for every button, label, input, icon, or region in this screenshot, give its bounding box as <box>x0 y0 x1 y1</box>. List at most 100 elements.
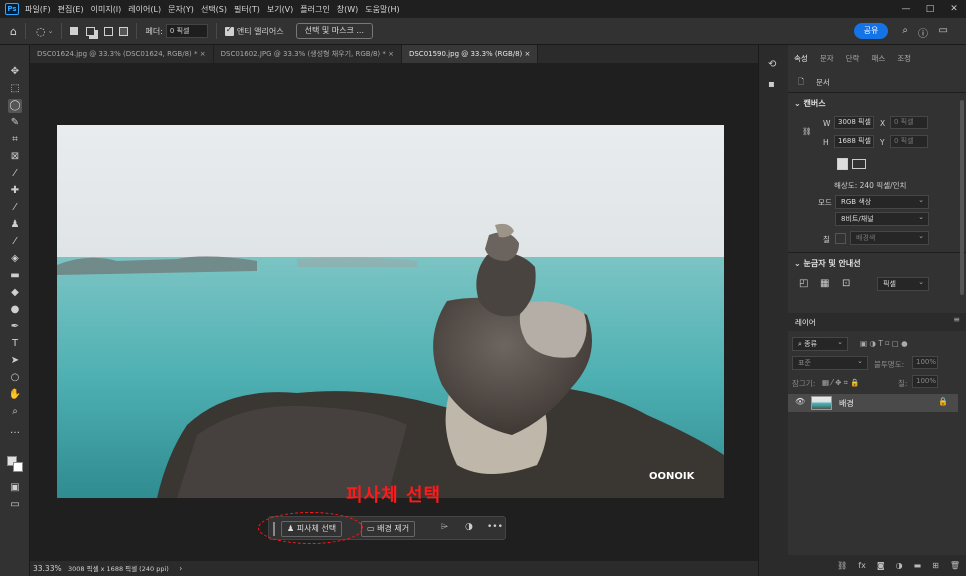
chevron-right-icon[interactable]: › <box>179 564 182 573</box>
landscape-orientation-icon[interactable] <box>852 159 866 169</box>
brush-tool-icon[interactable]: ⁄ <box>8 201 22 215</box>
path-selection-tool-icon[interactable]: ➤ <box>8 354 22 368</box>
anti-alias-checkbox[interactable] <box>224 25 234 36</box>
filter-icons[interactable]: ▣ ◑ T ⌑ ▢ ● <box>860 339 908 348</box>
menu-filter[interactable]: 필터(T) <box>234 4 260 15</box>
share-button[interactable]: 공유 <box>854 23 888 39</box>
eye-icon[interactable]: 👁 <box>795 397 805 406</box>
ruler-icon[interactable]: ◰ <box>799 278 808 289</box>
type-tool-icon[interactable]: T <box>8 337 22 351</box>
crop-tool-icon[interactable]: ⌗ <box>8 133 22 147</box>
frame-tool-icon[interactable]: ⊠ <box>8 150 22 164</box>
marquee-tool-icon[interactable]: ⬚ <box>8 82 22 96</box>
canvas-area[interactable]: OONOIK 피사체 선택 ♟ 피사체 선택 ▭ 배경 제거 ⌲ ◑ ••• <box>30 63 758 561</box>
close-icon[interactable]: × <box>388 50 394 58</box>
zoom-tool-icon[interactable]: ⌕ <box>8 405 22 419</box>
scrollbar[interactable] <box>960 100 964 295</box>
select-and-mask-button[interactable]: 선택 및 마스크 ... <box>295 23 374 39</box>
close-icon[interactable]: × <box>525 50 531 58</box>
grid-icon[interactable]: ▦ <box>820 278 829 289</box>
more-tools-icon[interactable]: … <box>8 424 22 438</box>
menu-help[interactable]: 도움말(H) <box>365 4 399 15</box>
add-mask-icon[interactable]: ◙ <box>877 561 885 570</box>
workspace-icon[interactable]: ▭ <box>939 25 948 36</box>
adjustment-icon[interactable]: ◑ <box>465 522 473 532</box>
tab-dsc01624[interactable]: DSC01624.jpg @ 33.3% (DSC01624, RGB/8) *… <box>30 45 214 63</box>
lock-icon[interactable]: 🔒 <box>938 397 948 406</box>
adjustment-layer-icon[interactable]: ◑ <box>896 561 903 570</box>
quick-mask-icon[interactable]: ▣ <box>8 481 22 495</box>
opacity-input[interactable]: 100% <box>912 356 938 369</box>
delete-layer-icon[interactable]: 🗑 <box>950 561 960 570</box>
lasso-tool-icon[interactable]: ◯ <box>8 99 22 113</box>
transform-icon[interactable]: ⌲ <box>441 522 448 532</box>
tab-character[interactable]: 문자 <box>814 51 840 67</box>
layer-row-background[interactable]: 👁 배경 🔒 <box>788 394 958 412</box>
healing-brush-tool-icon[interactable]: ✚ <box>8 184 22 198</box>
panel-menu-icon[interactable]: ≡ <box>953 315 960 324</box>
eyedropper-tool-icon[interactable]: ⁄ <box>8 167 22 181</box>
portrait-orientation-icon[interactable] <box>837 158 848 170</box>
document-image[interactable]: OONOIK <box>57 125 724 498</box>
gradient-tool-icon[interactable]: ▬ <box>8 269 22 283</box>
fx-icon[interactable]: fx <box>858 561 866 570</box>
home-icon[interactable]: ⌂ <box>10 25 17 38</box>
new-layer-icon[interactable]: ⊞ <box>932 561 939 570</box>
fill-swatch[interactable] <box>835 233 846 244</box>
zoom-level[interactable]: 33.33% <box>33 564 62 573</box>
tab-paragraph[interactable]: 단락 <box>840 51 866 67</box>
fill-opacity-input[interactable]: 100% <box>912 375 938 388</box>
search-icon[interactable]: ⌕ <box>902 25 908 36</box>
subtract-selection-icon[interactable] <box>104 26 114 36</box>
lasso-preset-icon[interactable]: ◌ <box>36 25 46 38</box>
tab-properties[interactable]: 속성 <box>788 51 814 67</box>
width-input[interactable]: 3008 픽셀 <box>834 116 874 129</box>
history-brush-tool-icon[interactable]: ⁄ <box>8 235 22 249</box>
pen-tool-icon[interactable]: ✒ <box>8 320 22 334</box>
help-icon[interactable]: ⓘ <box>918 25 928 40</box>
intersect-selection-icon[interactable] <box>119 26 129 36</box>
chevron-down-icon[interactable]: ⌄ <box>48 27 54 35</box>
menu-edit[interactable]: 편집(E) <box>58 4 84 15</box>
guides-icon[interactable]: ⊡ <box>842 278 850 289</box>
tab-adjustments[interactable]: 조정 <box>891 51 917 67</box>
menu-type[interactable]: 문자(Y) <box>168 4 194 15</box>
mode-select[interactable]: RGB 색상 <box>835 194 929 209</box>
units-select[interactable]: 픽셀 <box>877 276 929 291</box>
close-icon[interactable]: × <box>200 50 206 58</box>
layer-kind-filter[interactable]: ⌕ 종류 <box>792 336 848 351</box>
menu-select[interactable]: 선택(S) <box>201 4 227 15</box>
tab-layers[interactable]: 레이어 <box>795 317 816 328</box>
y-input[interactable]: 0 픽셀 <box>890 135 928 148</box>
quick-selection-tool-icon[interactable]: ✎ <box>8 116 22 130</box>
x-input[interactable]: 0 픽셀 <box>890 116 928 129</box>
menu-window[interactable]: 창(W) <box>337 4 359 15</box>
tab-dsc01602[interactable]: DSC01602.JPG @ 33.3% (생성형 채우기, RGB/8) * … <box>214 45 402 63</box>
clone-stamp-tool-icon[interactable]: ♟ <box>8 218 22 232</box>
lock-icons[interactable]: ▦ ⁄ ✥ ⌗ 🔒 <box>822 378 860 388</box>
canvas-section-title[interactable]: ⌄ 캔버스 <box>794 98 826 109</box>
menu-file[interactable]: 파일(F) <box>25 4 51 15</box>
dodge-tool-icon[interactable]: ● <box>8 303 22 317</box>
close-button[interactable]: ✕ <box>942 0 966 18</box>
tab-paths[interactable]: 패스 <box>865 51 891 67</box>
menu-image[interactable]: 이미지(I) <box>91 4 122 15</box>
more-options-icon[interactable]: ••• <box>487 522 503 532</box>
height-input[interactable]: 1688 픽셀 <box>834 135 874 148</box>
history-icon[interactable]: ⟲ <box>768 59 776 70</box>
comments-icon[interactable]: ▪ <box>768 79 775 90</box>
menu-view[interactable]: 보기(V) <box>267 4 293 15</box>
feather-input[interactable]: 0 픽셀 <box>165 24 208 38</box>
move-tool-icon[interactable]: ✥ <box>8 65 22 79</box>
menu-plugins[interactable]: 플러그인 <box>300 4 329 15</box>
rulers-guides-section-title[interactable]: ⌄ 눈금자 및 안내선 <box>794 258 861 269</box>
fill-select[interactable]: 배경색 <box>850 230 929 245</box>
restore-button[interactable]: □ <box>918 0 942 18</box>
new-selection-icon[interactable] <box>70 27 79 35</box>
screen-mode-icon[interactable]: ▭ <box>8 498 22 512</box>
background-color-swatch[interactable] <box>13 462 23 472</box>
hand-tool-icon[interactable]: ✋ <box>8 388 22 402</box>
blend-mode-select[interactable]: 표준 <box>792 355 868 370</box>
shape-tool-icon[interactable]: ○ <box>8 371 22 385</box>
blur-tool-icon[interactable]: ◆ <box>8 286 22 300</box>
